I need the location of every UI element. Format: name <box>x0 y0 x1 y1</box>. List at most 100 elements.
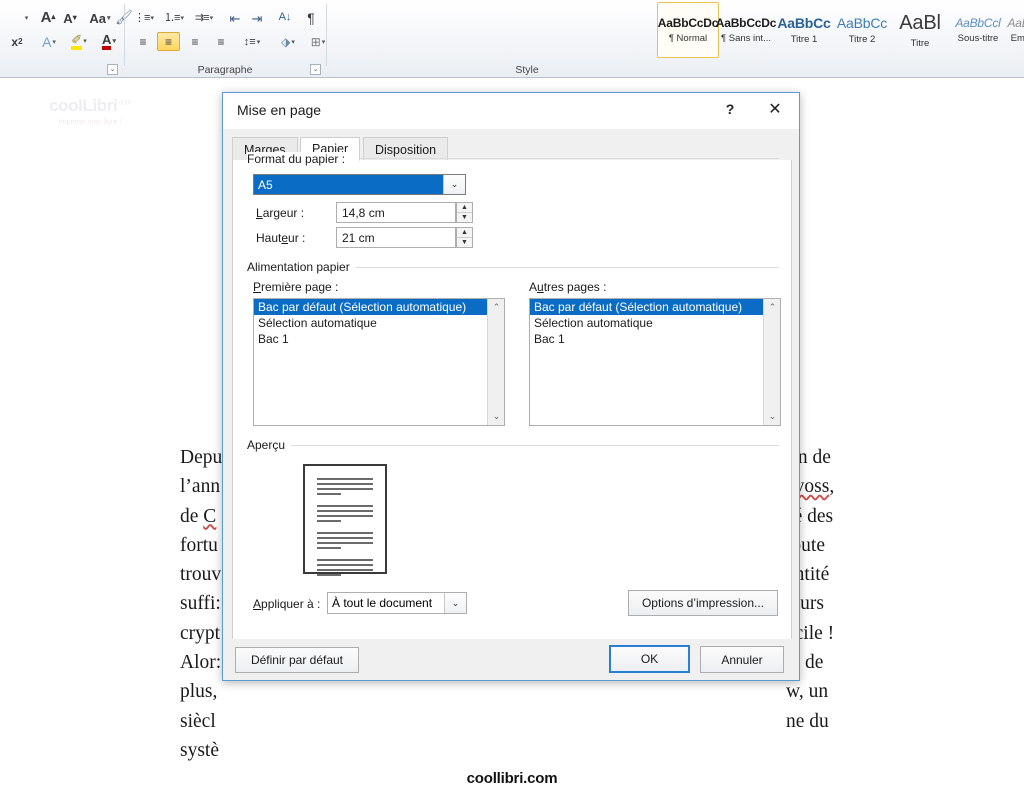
list-item[interactable]: Bac par défaut (Sélection automatique) <box>530 299 763 315</box>
scroll-down-icon[interactable]: ⌄ <box>764 408 780 425</box>
bullets-icon[interactable]: ⋮≡ ▾ <box>132 9 156 27</box>
list-item[interactable]: Bac par défaut (Sélection automatique) <box>254 299 487 315</box>
paper-size-combo[interactable]: A5 ⌄ <box>253 174 466 195</box>
align-right-icon[interactable]: ≡ <box>184 33 206 51</box>
page-caption: coollibri.com <box>466 770 558 787</box>
preview-text-line <box>317 483 373 485</box>
list-item[interactable]: Sélection automatique <box>254 315 487 331</box>
style-item-titre-1[interactable]: AaBbCc Titre 1 <box>773 2 835 58</box>
other-pages-source-listbox[interactable]: Bac par défaut (Sélection automatique) Sé… <box>529 298 781 426</box>
ribbon-group-style-label: Style <box>515 64 539 76</box>
dialog-title: Mise en page <box>237 102 322 118</box>
cancel-button[interactable]: Annuler <box>700 646 784 673</box>
align-left-icon[interactable]: ≡ <box>132 33 154 51</box>
stepper-up-icon[interactable]: ▲ <box>457 203 472 213</box>
sort-icon[interactable]: A↓ <box>275 8 295 27</box>
document-text-line: w, un <box>786 681 829 703</box>
paper-size-value: A5 <box>254 175 443 194</box>
font-dialog-launcher[interactable]: ⌄ <box>107 64 118 75</box>
style-item-normal[interactable]: AaBbCcDc ¶ Normal <box>657 2 719 58</box>
style-item-titre-2[interactable]: AaBbCc Titre 2 <box>831 2 893 58</box>
dialog-body: Format du papier : A5 ⌄ Largeur : 14,8 c… <box>232 152 792 641</box>
grow-font-icon[interactable]: A ▴ <box>38 8 58 26</box>
preview-text-line <box>317 537 373 539</box>
style-preview: AaBl <box>899 11 941 34</box>
scroll-up-icon[interactable]: ⌃ <box>488 299 504 316</box>
shrink-font-icon[interactable]: A ▾ <box>60 9 80 27</box>
style-item-sous-titre[interactable]: AaBbCcl Sous-titre <box>947 2 1009 58</box>
style-item-sans-int[interactable]: AaBbCcDc ¶ Sans int... <box>715 2 777 58</box>
scroll-up-icon[interactable]: ⌃ <box>764 299 780 316</box>
justify-icon[interactable]: ≡ <box>210 33 232 51</box>
chevron-down-icon[interactable]: ⌄ <box>444 593 466 613</box>
stepper-down-icon[interactable]: ▼ <box>457 213 472 222</box>
shading-icon[interactable]: ⬗ ▾ <box>275 33 301 51</box>
close-icon[interactable]: ✕ <box>753 93 797 125</box>
list-item[interactable]: Bac 1 <box>530 331 763 347</box>
cancel-label: Annuler <box>721 652 763 667</box>
first-page-label: Première page : <box>253 280 339 294</box>
page-preview-thumbnail <box>303 464 387 576</box>
style-name: ¶ Normal <box>668 33 708 44</box>
first-page-source-listbox[interactable]: Bac par défaut (Sélection automatique) Sé… <box>253 298 505 426</box>
style-preview: AaBbCcDc <box>657 16 719 30</box>
stepper-down-icon[interactable]: ▼ <box>457 238 472 247</box>
listbox-scrollbar[interactable]: ⌃ ⌄ <box>487 299 504 425</box>
text-effects-icon[interactable]: A ▾ <box>36 33 62 51</box>
style-name: Sous-titre <box>957 33 999 44</box>
ribbon-group-font: ▾ A▴ A▾ Aa▾ 🖌 x2 A▾ ✐▾ A▾ ce ⌄ <box>0 0 133 78</box>
apply-to-combo[interactable]: À tout le document ⌄ <box>327 592 467 614</box>
ok-button[interactable]: OK <box>609 645 690 673</box>
increase-indent-icon[interactable]: ⇥ <box>248 9 266 27</box>
width-input[interactable]: 14,8 cm <box>336 202 456 223</box>
width-label: Largeur : <box>256 206 305 220</box>
line-spacing-icon[interactable]: ↕≡ ▾ <box>239 33 265 51</box>
style-preview: AaBbCcl <box>955 16 1001 30</box>
show-formatting-marks-icon[interactable]: ¶ <box>302 8 320 27</box>
font-color-icon[interactable]: A ▾ <box>96 32 122 51</box>
stepper-up-icon[interactable]: ▲ <box>457 228 472 238</box>
document-text-line: fin de <box>786 447 831 468</box>
document-text-line: ne du <box>786 710 829 732</box>
change-case-icon[interactable]: Aa ▾ <box>88 9 112 27</box>
help-icon[interactable]: ? <box>708 93 752 125</box>
set-default-button[interactable]: Définir par défaut <box>235 647 359 673</box>
dialog-titlebar[interactable]: Mise en page ? ✕ <box>223 93 799 129</box>
superscript-icon[interactable]: x2 <box>6 33 28 51</box>
document-text-line: siècl <box>180 710 216 732</box>
chevron-down-icon[interactable]: ⌄ <box>443 175 465 194</box>
preview-text-line <box>317 547 341 549</box>
font-size-dropdown-caret[interactable]: ▾ <box>18 10 34 26</box>
list-item[interactable]: Sélection automatique <box>530 315 763 331</box>
numbering-icon[interactable]: ⒈≡ ▾ <box>162 9 186 27</box>
multilevel-list-icon[interactable]: ⇉≡ ▾ <box>192 9 216 27</box>
align-center-icon[interactable]: ≡ <box>157 32 180 51</box>
paper-source-group-label: Alimentation papier <box>247 260 356 274</box>
width-stepper[interactable]: ▲ ▼ <box>456 202 473 223</box>
apply-to-label: Appliquer à : <box>253 597 321 611</box>
decrease-indent-icon[interactable]: ⇤ <box>226 9 244 27</box>
paragraph-dialog-launcher[interactable]: ⌄ <box>310 64 321 75</box>
scroll-down-icon[interactable]: ⌄ <box>488 408 504 425</box>
height-label: Hauteur : <box>256 231 306 245</box>
preview-text-line <box>317 505 373 507</box>
listbox-scrollbar[interactable]: ⌃ ⌄ <box>763 299 780 425</box>
list-item[interactable]: Bac 1 <box>254 331 487 347</box>
ribbon-group-paragraph: ⋮≡ ▾ ⒈≡ ▾ ⇉≡ ▾ ⇤ ⇥ A↓ ¶ ≡ ≡ ≡ ≡ ↕≡ ▾ ⬗ ▾ ⊞ ▾ P… <box>125 0 325 78</box>
height-stepper[interactable]: ▲ ▼ <box>456 227 473 248</box>
paper-format-group-label: Format du papier : <box>247 152 352 166</box>
height-input[interactable]: 21 cm <box>336 227 456 248</box>
print-options-button[interactable]: Options d’impression... <box>628 590 778 616</box>
style-item-emphase[interactable]: AaBbCcDc Emphase ... <box>1005 2 1024 58</box>
preview-text-line <box>317 564 373 566</box>
preview-text-line <box>317 520 341 522</box>
style-preview: AaBbCcDc <box>715 16 777 30</box>
style-name: Emphase ... <box>1010 33 1024 44</box>
ok-label: OK <box>640 652 659 666</box>
style-gallery: AaBbCcDc ¶ Normal AaBbCcDc ¶ Sans int... AaB… <box>657 2 1024 60</box>
ribbon-group-style: AaBbCcDc ¶ Normal AaBbCcDc ¶ Sans int... AaB… <box>327 0 1024 78</box>
set-default-label: Définir par défaut <box>250 653 344 667</box>
document-text-right: fin de evoss, sé des toute antité leurs acile … <box>786 443 916 736</box>
text-highlight-icon[interactable]: ✐ ▾ <box>66 32 92 51</box>
style-item-titre[interactable]: AaBl Titre <box>889 2 951 58</box>
